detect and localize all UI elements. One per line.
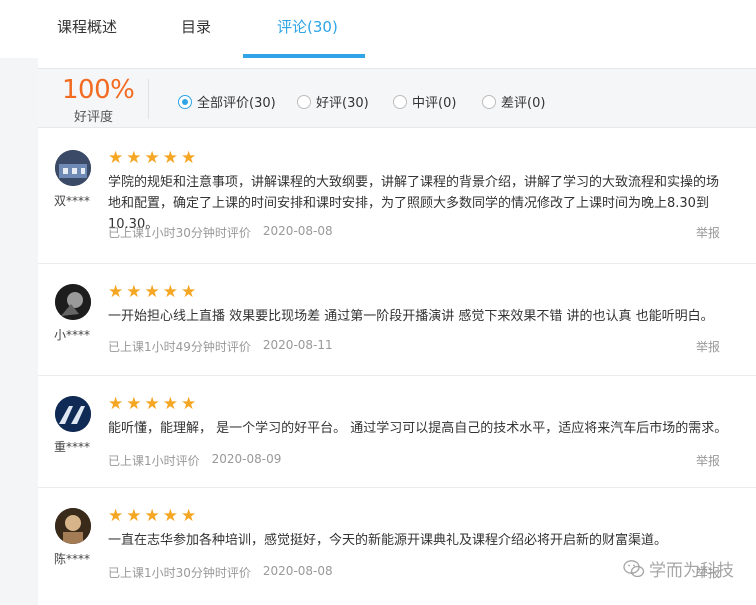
review-filter-bar: 100% 好评度 全部评价(30) 好评(30) 中评(0) 差评(0)	[38, 68, 756, 128]
active-tab-indicator	[243, 54, 365, 58]
tab-reviews[interactable]: 评论(30)	[277, 16, 338, 37]
rating-stars: ★★★★★	[108, 282, 200, 302]
review-item: 陈**** ★★★★★ 一直在志华参加各种培训，感觉挺好，今天的新能源开课典礼及…	[38, 488, 756, 605]
filter-neutral-radio[interactable]: 中评(0)	[393, 92, 456, 111]
study-duration: 已上课1小时49分钟时评价	[108, 340, 251, 354]
filter-neutral-label: 中评(0)	[412, 96, 457, 111]
filter-all-radio[interactable]: 全部评价(30)	[178, 92, 276, 111]
filter-negative-radio[interactable]: 差评(0)	[482, 92, 545, 111]
review-date: 2020-08-09	[211, 452, 282, 466]
review-meta: 已上课1小时30分钟时评价 2020-08-08	[108, 564, 333, 581]
review-text: 能听懂，能理解， 是一个学习的好平台。 通过学习可以提高自己的技术水平，适应将来…	[108, 421, 728, 436]
report-link[interactable]: 举报	[696, 224, 720, 241]
review-item: 重**** ★★★★★ 能听懂，能理解， 是一个学习的好平台。 通过学习可以提高…	[38, 376, 756, 488]
rating-stars: ★★★★★	[108, 148, 200, 168]
review-meta: 已上课1小时30分钟时评价 2020-08-08	[108, 224, 333, 241]
divider	[148, 79, 149, 119]
watermark-text: 学而为科技	[649, 561, 734, 581]
reviewer-name: 小****	[54, 328, 91, 342]
reviewer-name: 陈****	[54, 552, 91, 566]
rating-stars: ★★★★★	[108, 394, 200, 414]
avatar	[55, 284, 91, 320]
study-duration: 已上课1小时30分钟时评价	[108, 566, 251, 580]
rating-stars: ★★★★★	[108, 506, 200, 526]
review-text: 一直在志华参加各种培训，感觉挺好，今天的新能源开课典礼及课程介绍必将开启新的财富…	[108, 533, 668, 548]
tab-catalog[interactable]: 目录	[181, 16, 211, 37]
study-duration: 已上课1小时30分钟时评价	[108, 226, 251, 240]
radio-unchecked-icon	[393, 94, 407, 109]
filter-positive-label: 好评(30)	[316, 96, 369, 111]
radio-unchecked-icon	[482, 94, 496, 109]
review-meta: 已上课1小时评价 2020-08-09	[108, 452, 281, 469]
review-item: 小**** ★★★★★ 一开始担心线上直播 效果要比现场差 通过第一阶段开播演讲…	[38, 264, 756, 376]
positive-rate-value: 100%	[62, 75, 135, 105]
report-link[interactable]: 举报	[696, 338, 720, 355]
filter-all-label: 全部评价(30)	[197, 96, 276, 111]
reviewer-name: 重****	[54, 440, 91, 454]
watermark: 学而为科技	[623, 556, 734, 581]
review-meta: 已上课1小时49分钟时评价 2020-08-11	[108, 338, 333, 355]
filter-positive-radio[interactable]: 好评(30)	[297, 92, 369, 111]
study-duration: 已上课1小时评价	[108, 454, 200, 468]
report-link[interactable]: 举报	[696, 452, 720, 469]
positive-rate-label: 好评度	[74, 110, 114, 125]
filter-negative-label: 差评(0)	[501, 96, 546, 111]
review-item: 双**** ★★★★★ 学院的规矩和注意事项，讲解课程的大致纲要，讲解了课程的背…	[38, 130, 756, 264]
radio-unchecked-icon	[297, 94, 311, 109]
avatar	[55, 396, 91, 432]
review-date: 2020-08-08	[262, 564, 333, 578]
review-text: 一开始担心线上直播 效果要比现场差 通过第一阶段开播演讲 感觉下来效果不错 讲的…	[108, 309, 714, 324]
left-gutter	[0, 58, 38, 605]
review-date: 2020-08-08	[262, 224, 333, 238]
avatar	[55, 508, 91, 544]
avatar	[55, 150, 91, 186]
review-date: 2020-08-11	[262, 338, 333, 352]
radio-checked-icon	[178, 94, 192, 109]
tab-overview[interactable]: 课程概述	[57, 16, 117, 37]
wechat-icon	[623, 559, 645, 577]
reviewer-name: 双****	[54, 194, 91, 208]
course-tabs: 课程概述 目录 评论(30)	[0, 0, 756, 58]
